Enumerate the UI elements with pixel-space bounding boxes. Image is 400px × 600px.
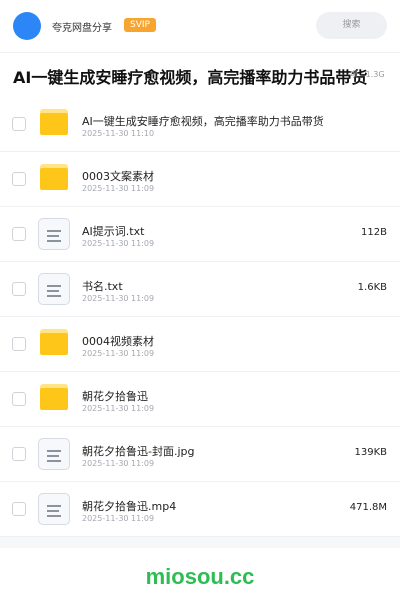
file-date: 2025-11-30 11:09	[82, 459, 155, 468]
folder-icon	[38, 163, 70, 195]
select-checkbox[interactable]	[12, 282, 26, 296]
file-date: 2025-11-30 11:10	[82, 129, 155, 138]
file-name: 朝花夕拾鲁迅	[82, 390, 148, 403]
list-item[interactable]: AI提示词.txt 2025-11-30 11:09 112B	[0, 207, 400, 262]
select-checkbox[interactable]	[12, 392, 26, 406]
list-item[interactable]: 0003文案素材 2025-11-30 11:09	[0, 152, 400, 207]
select-checkbox[interactable]	[12, 117, 26, 131]
share-title-bar: AI一键生成安睡疗愈视频，高完播率助力书品带货 项 · 1.3G	[0, 53, 400, 98]
select-checkbox[interactable]	[12, 172, 26, 186]
list-item[interactable]: 朝花夕拾鲁迅 2025-11-30 11:09	[0, 372, 400, 427]
file-date: 2025-11-30 11:09	[82, 514, 155, 523]
document-icon	[38, 273, 70, 305]
file-size: 1.6KB	[357, 282, 387, 293]
document-icon	[38, 218, 70, 250]
folder-icon	[38, 108, 70, 140]
file-name: 0003文案素材	[82, 170, 154, 183]
share-meta: 项 · 1.3G	[350, 70, 385, 79]
list-item[interactable]: AI一键生成安睡疗愈视频，高完播率助力书品带货 2025-11-30 11:10	[0, 97, 400, 152]
page-title: AI一键生成安睡疗愈视频，高完播率助力书品带货	[13, 68, 368, 87]
file-size: 112B	[361, 227, 387, 238]
vip-badge: SVIP	[124, 18, 156, 32]
file-name: AI提示词.txt	[82, 225, 145, 238]
list-item[interactable]: 书名.txt 2025-11-30 11:09 1.6KB	[0, 262, 400, 317]
list-item[interactable]: 0004视频素材 2025-11-30 11:09	[0, 317, 400, 372]
app-name: 夸克网盘分享	[52, 23, 112, 34]
select-checkbox[interactable]	[12, 502, 26, 516]
select-checkbox[interactable]	[12, 227, 26, 241]
folder-icon	[38, 328, 70, 360]
file-name: 0004视频素材	[82, 335, 154, 348]
watermark-logo: miosou.cc	[145, 564, 255, 589]
document-icon	[38, 438, 70, 470]
file-name: 朝花夕拾鲁迅.mp4	[82, 500, 177, 513]
file-date: 2025-11-30 11:09	[82, 239, 155, 248]
file-date: 2025-11-30 11:09	[82, 349, 155, 358]
file-date: 2025-11-30 11:09	[82, 404, 155, 413]
select-checkbox[interactable]	[12, 447, 26, 461]
footer: miosou.cc	[0, 548, 400, 600]
list-item[interactable]: 朝花夕拾鲁迅.mp4 2025-11-30 11:09 471.8M	[0, 482, 400, 537]
document-icon	[38, 493, 70, 525]
file-list: AI一键生成安睡疗愈视频，高完播率助力书品带货 2025-11-30 11:10 0…	[0, 97, 400, 537]
search-button[interactable]: 搜索	[316, 12, 387, 39]
top-header: 夸克网盘分享 SVIP 搜索	[0, 0, 400, 53]
file-name: AI一键生成安睡疗愈视频，高完播率助力书品带货	[82, 115, 324, 128]
list-item[interactable]: 朝花夕拾鲁迅-封面.jpg 2025-11-30 11:09 139KB	[0, 427, 400, 482]
file-name: 书名.txt	[82, 280, 123, 293]
file-date: 2025-11-30 11:09	[82, 294, 155, 303]
file-name: 朝花夕拾鲁迅-封面.jpg	[82, 445, 195, 458]
folder-icon	[38, 383, 70, 415]
avatar[interactable]	[13, 12, 41, 40]
file-size: 471.8M	[349, 502, 387, 513]
select-checkbox[interactable]	[12, 337, 26, 351]
file-date: 2025-11-30 11:09	[82, 184, 155, 193]
file-size: 139KB	[354, 447, 387, 458]
